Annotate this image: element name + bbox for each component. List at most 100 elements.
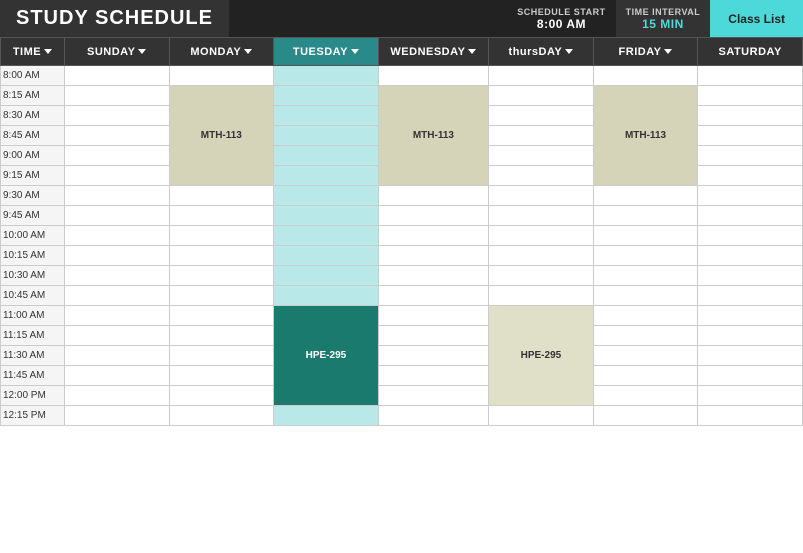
cell-sunday-5[interactable]	[64, 166, 169, 186]
col-header-sunday[interactable]: SUNDAY	[64, 38, 169, 66]
cell-wednesday-8[interactable]	[378, 226, 488, 246]
cell-saturday-4[interactable]	[698, 146, 803, 166]
cell-wednesday-6[interactable]	[378, 186, 488, 206]
cell-sunday-17[interactable]	[64, 406, 169, 426]
cell-tuesday-0[interactable]	[274, 66, 379, 86]
cell-saturday-7[interactable]	[698, 206, 803, 226]
cell-sunday-15[interactable]	[64, 366, 169, 386]
cell-tuesday-9[interactable]	[274, 246, 379, 266]
cell-monday-17[interactable]	[169, 406, 274, 426]
cell-saturday-6[interactable]	[698, 186, 803, 206]
col-header-monday[interactable]: MONDAY	[169, 38, 274, 66]
cell-sunday-7[interactable]	[64, 206, 169, 226]
cell-monday-15[interactable]	[169, 366, 274, 386]
cell-wednesday-11[interactable]	[378, 286, 488, 306]
cell-wednesday-7[interactable]	[378, 206, 488, 226]
cell-monday-13[interactable]	[169, 326, 274, 346]
col-header-time[interactable]: TIME	[1, 38, 65, 66]
cell-friday-14[interactable]	[593, 346, 698, 366]
cell-wednesday-10[interactable]	[378, 266, 488, 286]
cell-sunday-11[interactable]	[64, 286, 169, 306]
cell-monday-1[interactable]: MTH-113	[169, 86, 274, 186]
cell-tuesday-4[interactable]	[274, 146, 379, 166]
cell-monday-11[interactable]	[169, 286, 274, 306]
monday-col-dropdown-icon[interactable]	[244, 49, 252, 54]
col-header-saturday[interactable]: SATURDAY	[698, 38, 803, 66]
cell-sunday-0[interactable]	[64, 66, 169, 86]
cell-friday-11[interactable]	[593, 286, 698, 306]
cell-monday-0[interactable]	[169, 66, 274, 86]
cell-sunday-1[interactable]	[64, 86, 169, 106]
cell-friday-1[interactable]: MTH-113	[593, 86, 698, 186]
cell-friday-12[interactable]	[593, 306, 698, 326]
cell-sunday-16[interactable]	[64, 386, 169, 406]
cell-tuesday-12[interactable]: HPE-295	[274, 306, 379, 406]
cell-monday-12[interactable]	[169, 306, 274, 326]
cell-thursday-3[interactable]	[489, 126, 594, 146]
cell-wednesday-14[interactable]	[378, 346, 488, 366]
cell-friday-6[interactable]	[593, 186, 698, 206]
cell-monday-14[interactable]	[169, 346, 274, 366]
cell-sunday-4[interactable]	[64, 146, 169, 166]
cell-sunday-10[interactable]	[64, 266, 169, 286]
cell-wednesday-12[interactable]	[378, 306, 488, 326]
cell-tuesday-10[interactable]	[274, 266, 379, 286]
cell-tuesday-2[interactable]	[274, 106, 379, 126]
cell-tuesday-11[interactable]	[274, 286, 379, 306]
col-header-tuesday[interactable]: TUESDAY	[274, 38, 379, 66]
cell-wednesday-13[interactable]	[378, 326, 488, 346]
cell-tuesday-8[interactable]	[274, 226, 379, 246]
cell-monday-8[interactable]	[169, 226, 274, 246]
cell-friday-17[interactable]	[593, 406, 698, 426]
cell-sunday-9[interactable]	[64, 246, 169, 266]
cell-saturday-0[interactable]	[698, 66, 803, 86]
cell-thursday-0[interactable]	[489, 66, 594, 86]
cell-saturday-12[interactable]	[698, 306, 803, 326]
cell-monday-16[interactable]	[169, 386, 274, 406]
cell-thursday-9[interactable]	[489, 246, 594, 266]
col-header-thursday[interactable]: thursDAY	[489, 38, 594, 66]
class-list-button[interactable]: Class List	[710, 0, 803, 37]
cell-friday-0[interactable]	[593, 66, 698, 86]
cell-thursday-6[interactable]	[489, 186, 594, 206]
cell-wednesday-16[interactable]	[378, 386, 488, 406]
cell-thursday-5[interactable]	[489, 166, 594, 186]
cell-monday-6[interactable]	[169, 186, 274, 206]
cell-tuesday-5[interactable]	[274, 166, 379, 186]
cell-sunday-14[interactable]	[64, 346, 169, 366]
col-header-wednesday[interactable]: WEDNESDAY	[378, 38, 488, 66]
cell-monday-9[interactable]	[169, 246, 274, 266]
cell-saturday-11[interactable]	[698, 286, 803, 306]
cell-friday-15[interactable]	[593, 366, 698, 386]
cell-tuesday-7[interactable]	[274, 206, 379, 226]
cell-thursday-11[interactable]	[489, 286, 594, 306]
cell-saturday-8[interactable]	[698, 226, 803, 246]
cell-wednesday-15[interactable]	[378, 366, 488, 386]
cell-sunday-6[interactable]	[64, 186, 169, 206]
cell-saturday-16[interactable]	[698, 386, 803, 406]
cell-saturday-5[interactable]	[698, 166, 803, 186]
cell-thursday-8[interactable]	[489, 226, 594, 246]
tuesday-col-dropdown-icon[interactable]	[351, 49, 359, 54]
time-col-dropdown-icon[interactable]	[44, 49, 52, 54]
cell-friday-9[interactable]	[593, 246, 698, 266]
cell-saturday-1[interactable]	[698, 86, 803, 106]
cell-thursday-4[interactable]	[489, 146, 594, 166]
cell-thursday-2[interactable]	[489, 106, 594, 126]
cell-wednesday-9[interactable]	[378, 246, 488, 266]
cell-friday-10[interactable]	[593, 266, 698, 286]
cell-monday-10[interactable]	[169, 266, 274, 286]
cell-sunday-3[interactable]	[64, 126, 169, 146]
cell-saturday-10[interactable]	[698, 266, 803, 286]
cell-thursday-12[interactable]: HPE-295	[489, 306, 594, 406]
cell-friday-7[interactable]	[593, 206, 698, 226]
cell-saturday-2[interactable]	[698, 106, 803, 126]
cell-tuesday-3[interactable]	[274, 126, 379, 146]
cell-tuesday-1[interactable]	[274, 86, 379, 106]
cell-saturday-3[interactable]	[698, 126, 803, 146]
cell-sunday-8[interactable]	[64, 226, 169, 246]
cell-sunday-13[interactable]	[64, 326, 169, 346]
cell-tuesday-6[interactable]	[274, 186, 379, 206]
cell-sunday-12[interactable]	[64, 306, 169, 326]
cell-wednesday-0[interactable]	[378, 66, 488, 86]
